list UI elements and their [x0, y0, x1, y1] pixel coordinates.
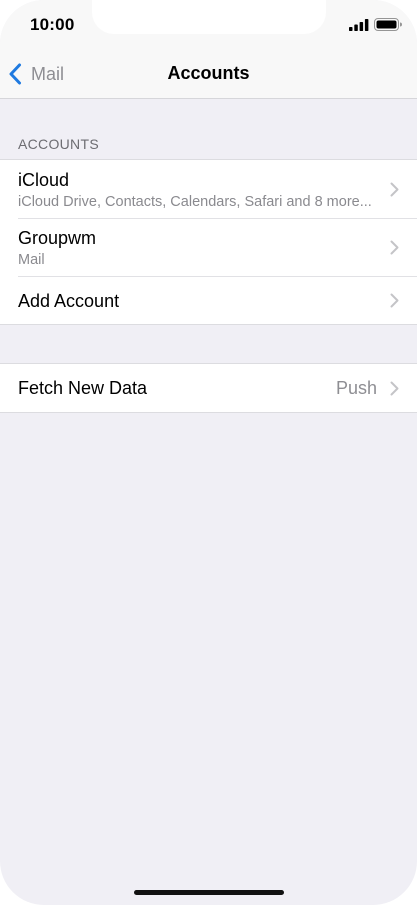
battery-icon	[374, 18, 402, 31]
page-title: Accounts	[167, 63, 250, 83]
add-account-row[interactable]: Add Account	[0, 276, 417, 324]
navigation-bar: Mail Accounts	[0, 50, 417, 99]
row-title: Groupwm	[18, 228, 97, 248]
section-header-accounts: ACCOUNTS	[18, 136, 99, 152]
notch	[92, 0, 326, 34]
status-bar: 10:00	[0, 0, 417, 50]
accounts-list: iCloud iCloud Drive, Contacts, Calendars…	[0, 159, 417, 325]
account-row-icloud[interactable]: iCloud iCloud Drive, Contacts, Calendars…	[0, 160, 417, 218]
row-value: Push	[335, 378, 377, 398]
fetch-new-data-row[interactable]: Fetch New Data Push	[0, 364, 417, 412]
chevron-right-icon	[390, 182, 399, 197]
chevron-right-icon	[390, 240, 399, 255]
account-row-groupwm[interactable]: Groupwm Mail	[0, 218, 417, 276]
row-subtitle: iCloud Drive, Contacts, Calendars, Safar…	[18, 194, 372, 210]
row-title: iCloud	[18, 170, 70, 190]
phone-screen: 10:00 Mail Accounts ACCOUNTS iCloud iClo…	[0, 0, 417, 905]
status-time: 10:00	[30, 15, 75, 34]
signal-icon	[349, 19, 369, 31]
row-title: Fetch New Data	[18, 378, 148, 398]
fetch-settings-list: Fetch New Data Push	[0, 363, 417, 413]
row-subtitle: Mail	[18, 252, 45, 268]
chevron-right-icon	[390, 381, 399, 396]
chevron-right-icon	[390, 293, 399, 308]
row-title: Add Account	[18, 291, 120, 311]
home-indicator[interactable]	[134, 890, 284, 895]
